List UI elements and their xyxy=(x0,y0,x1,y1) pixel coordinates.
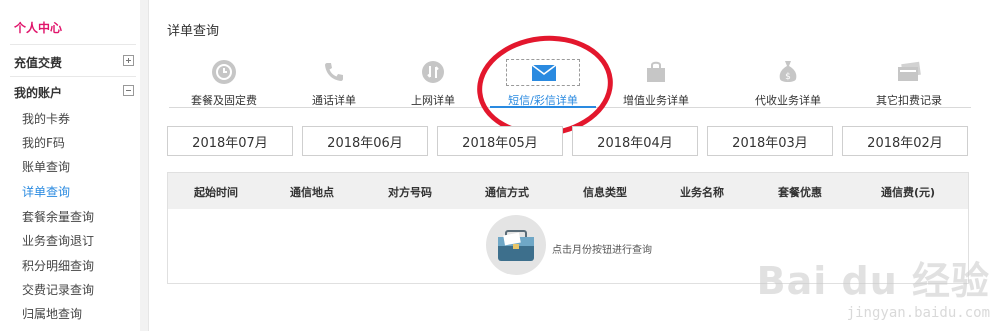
sidebar-item-coupons[interactable]: 我的卡券 xyxy=(22,110,70,127)
tab-collection-detail[interactable]: $ 代收业务详单 xyxy=(728,55,848,108)
table-header: 起始时间 通信地点 对方号码 通信方式 信息类型 业务名称 套餐优惠 通信费(元… xyxy=(168,173,968,209)
data-arrows-icon xyxy=(422,61,444,83)
month-button-2018-05[interactable]: 2018年05月 xyxy=(437,126,563,156)
sidebar-item-package-balance[interactable]: 套餐余量查询 xyxy=(22,208,94,225)
sidebar-item-fcode[interactable]: 我的F码 xyxy=(22,134,65,151)
sidebar-group-account[interactable]: 我的账户 xyxy=(14,84,62,101)
empty-state-text: 点击月份按钮进行查询 xyxy=(552,245,652,256)
svg-text:$: $ xyxy=(785,72,791,82)
tab-internet-detail[interactable]: 上网详单 xyxy=(373,55,493,108)
tab-label: 代收业务详单 xyxy=(755,94,821,107)
month-button-2018-03[interactable]: 2018年03月 xyxy=(707,126,833,156)
sidebar-item-points-detail[interactable]: 积分明细查询 xyxy=(22,257,94,274)
divider xyxy=(10,76,136,77)
column-header-location: 通信地点 xyxy=(290,186,334,199)
sidebar-item-payment-records[interactable]: 交费记录查询 xyxy=(22,281,94,298)
briefcase-icon xyxy=(498,230,534,261)
column-header-start-time: 起始时间 xyxy=(194,186,238,199)
month-button-2018-04[interactable]: 2018年04月 xyxy=(572,126,698,156)
column-header-other-number: 对方号码 xyxy=(388,186,432,199)
sidebar-group-recharge[interactable]: 充值交费 xyxy=(14,54,62,71)
collapse-icon[interactable] xyxy=(123,85,134,96)
tab-label: 其它扣费记录 xyxy=(876,94,942,107)
watermark-url: jingyan.baidu.com xyxy=(846,305,990,321)
sidebar-title[interactable]: 个人中心 xyxy=(14,19,62,36)
column-header-fee: 通信费(元) xyxy=(881,186,936,199)
watermark-logo: Bai du 经验 xyxy=(756,259,990,303)
tab-package-fixed-fee[interactable]: 套餐及固定费 xyxy=(164,55,284,108)
tab-label: 上网详单 xyxy=(411,94,455,107)
tab-label: 增值业务详单 xyxy=(623,94,689,107)
sidebar-item-location-query[interactable]: 归属地查询 xyxy=(22,305,82,322)
tab-other-charges[interactable]: 其它扣费记录 xyxy=(849,55,969,108)
baidu-watermark: Bai du 经验 jingyan.baidu.com xyxy=(757,250,990,321)
sidebar: 个人中心 充值交费 我的账户 我的卡券 我的F码 账单查询 详单查询 套餐余量查… xyxy=(0,0,140,331)
month-button-2018-06[interactable]: 2018年06月 xyxy=(302,126,428,156)
tab-value-added-detail[interactable]: 增值业务详单 xyxy=(596,55,716,108)
phone-icon xyxy=(325,63,343,81)
month-button-2018-02[interactable]: 2018年02月 xyxy=(842,126,968,156)
money-bag-icon: $ xyxy=(779,61,797,82)
empty-state-icon xyxy=(486,215,546,275)
column-header-info-type: 信息类型 xyxy=(583,186,627,199)
sidebar-item-detail-query[interactable]: 详单查询 xyxy=(22,183,70,200)
sidebar-item-service-unsubscribe[interactable]: 业务查询退订 xyxy=(22,232,94,249)
column-header-service-name: 业务名称 xyxy=(680,186,724,199)
tab-label: 套餐及固定费 xyxy=(191,94,257,107)
column-header-method: 通信方式 xyxy=(485,186,529,199)
column-header-package-discount: 套餐优惠 xyxy=(778,186,822,199)
month-button-2018-07[interactable]: 2018年07月 xyxy=(167,126,293,156)
expand-icon[interactable] xyxy=(123,55,134,66)
shopping-bag-icon xyxy=(647,61,665,82)
divider xyxy=(10,44,136,45)
page-title: 详单查询 xyxy=(167,24,220,39)
clock-icon xyxy=(212,60,236,84)
sidebar-item-bill-query[interactable]: 账单查询 xyxy=(22,158,70,175)
card-icon xyxy=(898,61,921,81)
